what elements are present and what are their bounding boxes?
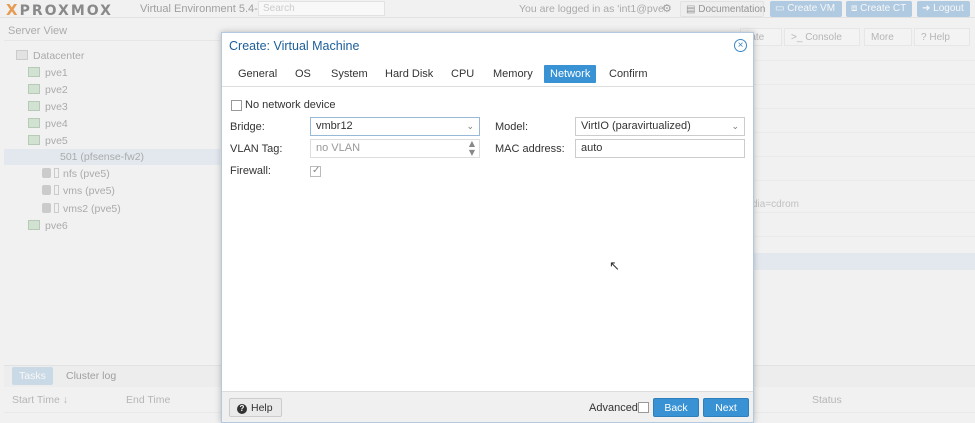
tab-system[interactable]: System <box>325 65 374 83</box>
tab-network[interactable]: Network <box>544 65 597 83</box>
help-button[interactable]: ? Help <box>229 398 282 417</box>
vlan-tag-label: VLAN Tag: <box>230 143 283 155</box>
tab-confirm[interactable]: Confirm <box>603 65 654 83</box>
advanced-checkbox[interactable] <box>638 402 649 413</box>
model-select[interactable]: VirtIO (paravirtualized) ⌄ <box>575 117 745 136</box>
no-network-device-checkbox[interactable] <box>231 100 242 111</box>
wizard-tabs: General OS System Hard Disk CPU Memory N… <box>222 61 753 87</box>
spinner-icon[interactable]: ▲ ▼ <box>469 139 475 157</box>
tab-os[interactable]: OS <box>289 65 317 83</box>
help-icon: ? <box>237 404 247 414</box>
close-icon[interactable]: × <box>734 39 747 52</box>
chevron-down-icon[interactable]: ⌄ <box>466 119 474 136</box>
next-button[interactable]: Next <box>703 398 749 417</box>
back-button[interactable]: Back <box>653 398 699 417</box>
tab-general[interactable]: General <box>232 65 283 83</box>
dialog-title: Create: Virtual Machine <box>229 39 360 53</box>
bridge-label: Bridge: <box>230 121 265 133</box>
mac-address-field[interactable]: auto <box>575 139 745 158</box>
dialog-footer: ? Help Advanced Back Next <box>222 391 753 422</box>
chevron-down-icon[interactable]: ⌄ <box>731 119 739 136</box>
mac-address-label: MAC address: <box>495 143 565 155</box>
bridge-select[interactable]: vmbr12 ⌄ <box>310 117 480 136</box>
tab-memory[interactable]: Memory <box>487 65 539 83</box>
tab-hard-disk[interactable]: Hard Disk <box>379 65 439 83</box>
create-vm-dialog: Create: Virtual Machine × General OS Sys… <box>221 32 754 423</box>
firewall-checkbox[interactable] <box>310 165 321 177</box>
no-network-device-label: No network device <box>245 99 336 111</box>
vlan-tag-field[interactable]: no VLAN ▲ ▼ <box>310 139 480 158</box>
advanced-label: Advanced <box>589 402 638 414</box>
firewall-label: Firewall: <box>230 165 271 177</box>
mouse-cursor-icon: ↖ <box>609 259 620 274</box>
tab-cpu[interactable]: CPU <box>445 65 480 83</box>
model-label: Model: <box>495 121 529 133</box>
